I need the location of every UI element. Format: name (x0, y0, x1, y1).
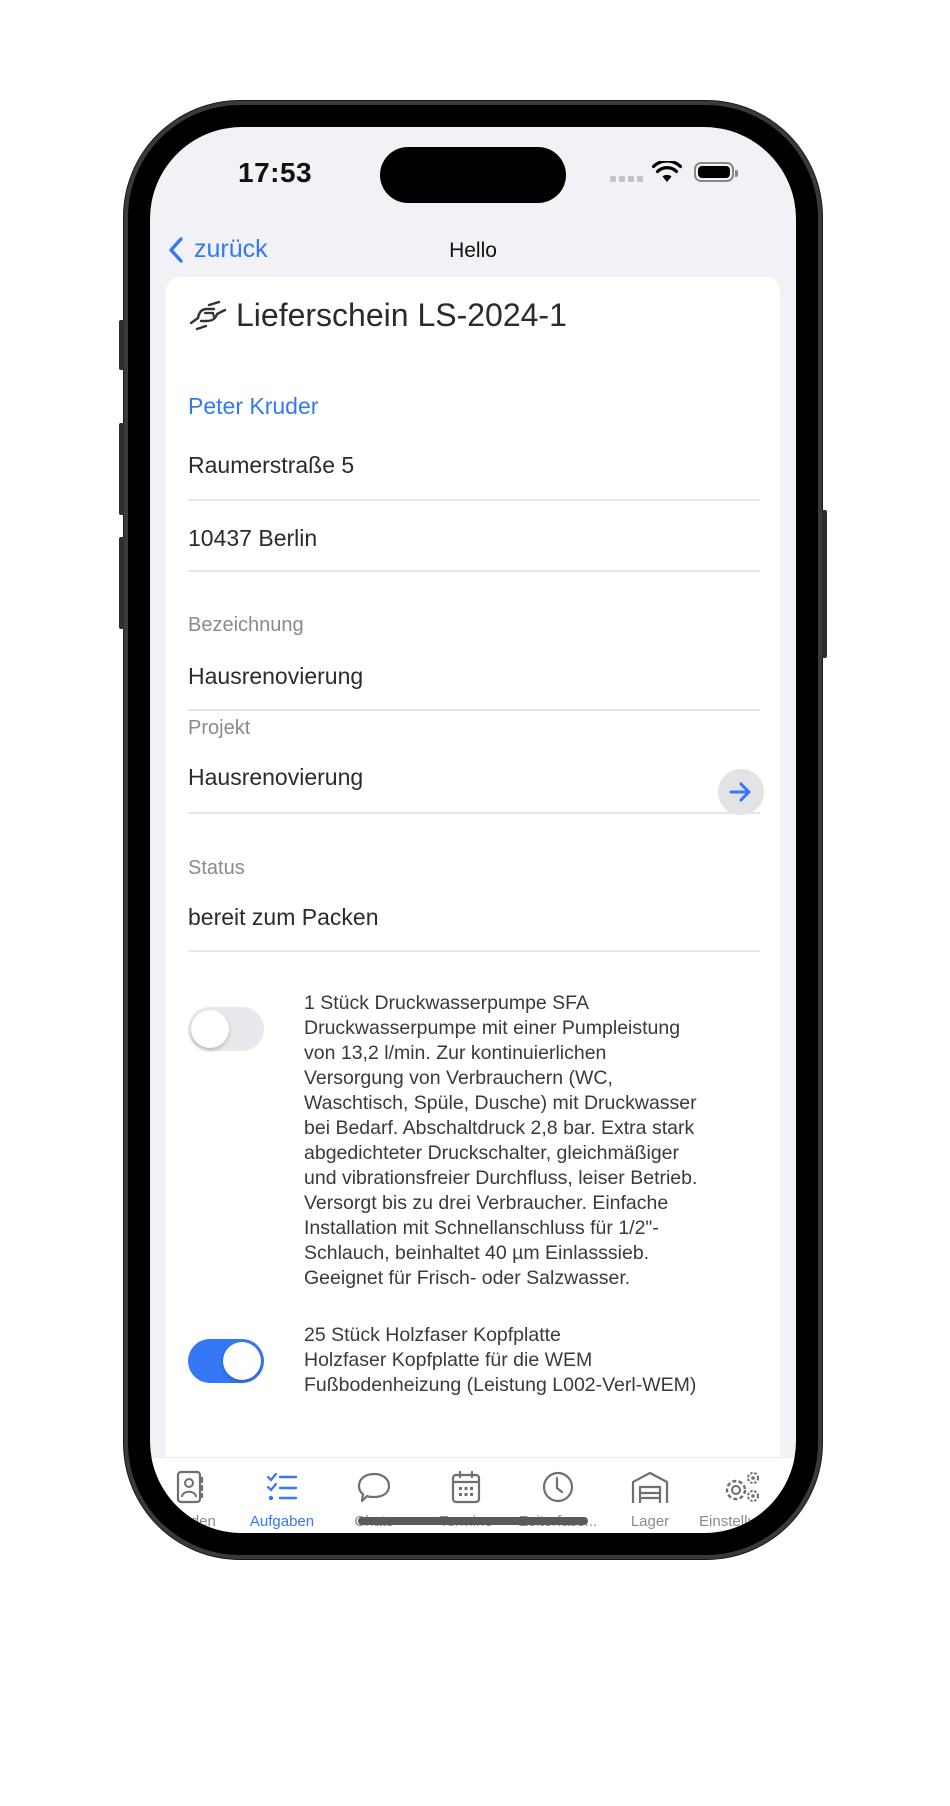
volume-up-button (119, 423, 124, 515)
toggle-knob (191, 1010, 229, 1048)
home-indicator[interactable] (358, 1517, 588, 1525)
item-description: 25 Stück Holzfaser Kopfplatte Holzfaser … (304, 1324, 697, 1396)
divider (188, 709, 760, 711)
tab-lager[interactable]: Lager (604, 1470, 696, 1530)
bezeichnung-label: Bezeichnung (188, 614, 304, 636)
warehouse-icon (631, 1471, 669, 1503)
chat-bubble-icon (357, 1472, 391, 1503)
tab-label: Einstellung... (699, 1513, 785, 1530)
customer-name-link[interactable]: Peter Kruder (188, 393, 760, 420)
projekt-label: Projekt (188, 717, 251, 739)
status-bar: 17:53 (150, 127, 796, 217)
nav-title: Hello (449, 239, 497, 262)
status-time: 17:53 (238, 157, 313, 188)
power-button (822, 510, 827, 658)
document-title: Lieferschein LS-2024-1 (236, 297, 567, 333)
tab-aufgaben[interactable]: Aufgaben (236, 1470, 328, 1530)
toggle-knob (223, 1342, 261, 1380)
item-description: 1 Stück Druckwasserpumpe SFA Druckwasser… (304, 992, 698, 1289)
tab-kunden[interactable]: Kunden (150, 1470, 236, 1530)
handshake-icon (189, 300, 227, 330)
cellular-signal-icon (610, 176, 643, 182)
document-header: Lieferschein LS-2024-1 (188, 297, 567, 334)
action-button (119, 320, 124, 370)
battery-icon (694, 162, 738, 182)
item-packed-toggle[interactable] (188, 1339, 264, 1383)
contacts-book-icon (176, 1470, 204, 1504)
open-project-button[interactable] (718, 769, 764, 815)
arrow-right-icon (729, 782, 751, 802)
divider (188, 950, 760, 952)
customer-street: Raumerstraße 5 (188, 452, 355, 478)
status-label: Status (188, 857, 245, 879)
customer-city: 10437 Berlin (188, 525, 318, 551)
volume-down-button (119, 537, 124, 629)
clock-icon (542, 1471, 574, 1503)
checklist-icon (266, 1472, 298, 1501)
tab-label: Aufgaben (249, 1513, 315, 1530)
calendar-icon (451, 1470, 481, 1504)
screen: 17:53 zurück Hello Lieferschein LS-2024-… (150, 127, 796, 1533)
navigation-bar: zurück Hello (150, 225, 796, 275)
tab-label: Lager (630, 1513, 670, 1530)
dynamic-island (380, 147, 566, 203)
tab-einstellungen[interactable]: Einstellung... (696, 1470, 788, 1530)
projekt-field[interactable]: Hausrenovierung (188, 764, 760, 791)
divider (188, 812, 760, 814)
status-field[interactable]: bereit zum Packen (188, 904, 760, 931)
bezeichnung-field[interactable]: Hausrenovierung (188, 663, 760, 690)
phone-frame: 17:53 zurück Hello Lieferschein LS-2024-… (119, 105, 827, 1555)
divider (188, 570, 760, 572)
divider (188, 499, 760, 501)
tab-label: Kunden (164, 1513, 216, 1530)
delivery-note-card: Lieferschein LS-2024-1 Peter Kruder Raum… (166, 277, 780, 1457)
gears-icon (725, 1472, 759, 1502)
wifi-icon (652, 161, 682, 182)
item-packed-toggle[interactable] (188, 1007, 264, 1051)
